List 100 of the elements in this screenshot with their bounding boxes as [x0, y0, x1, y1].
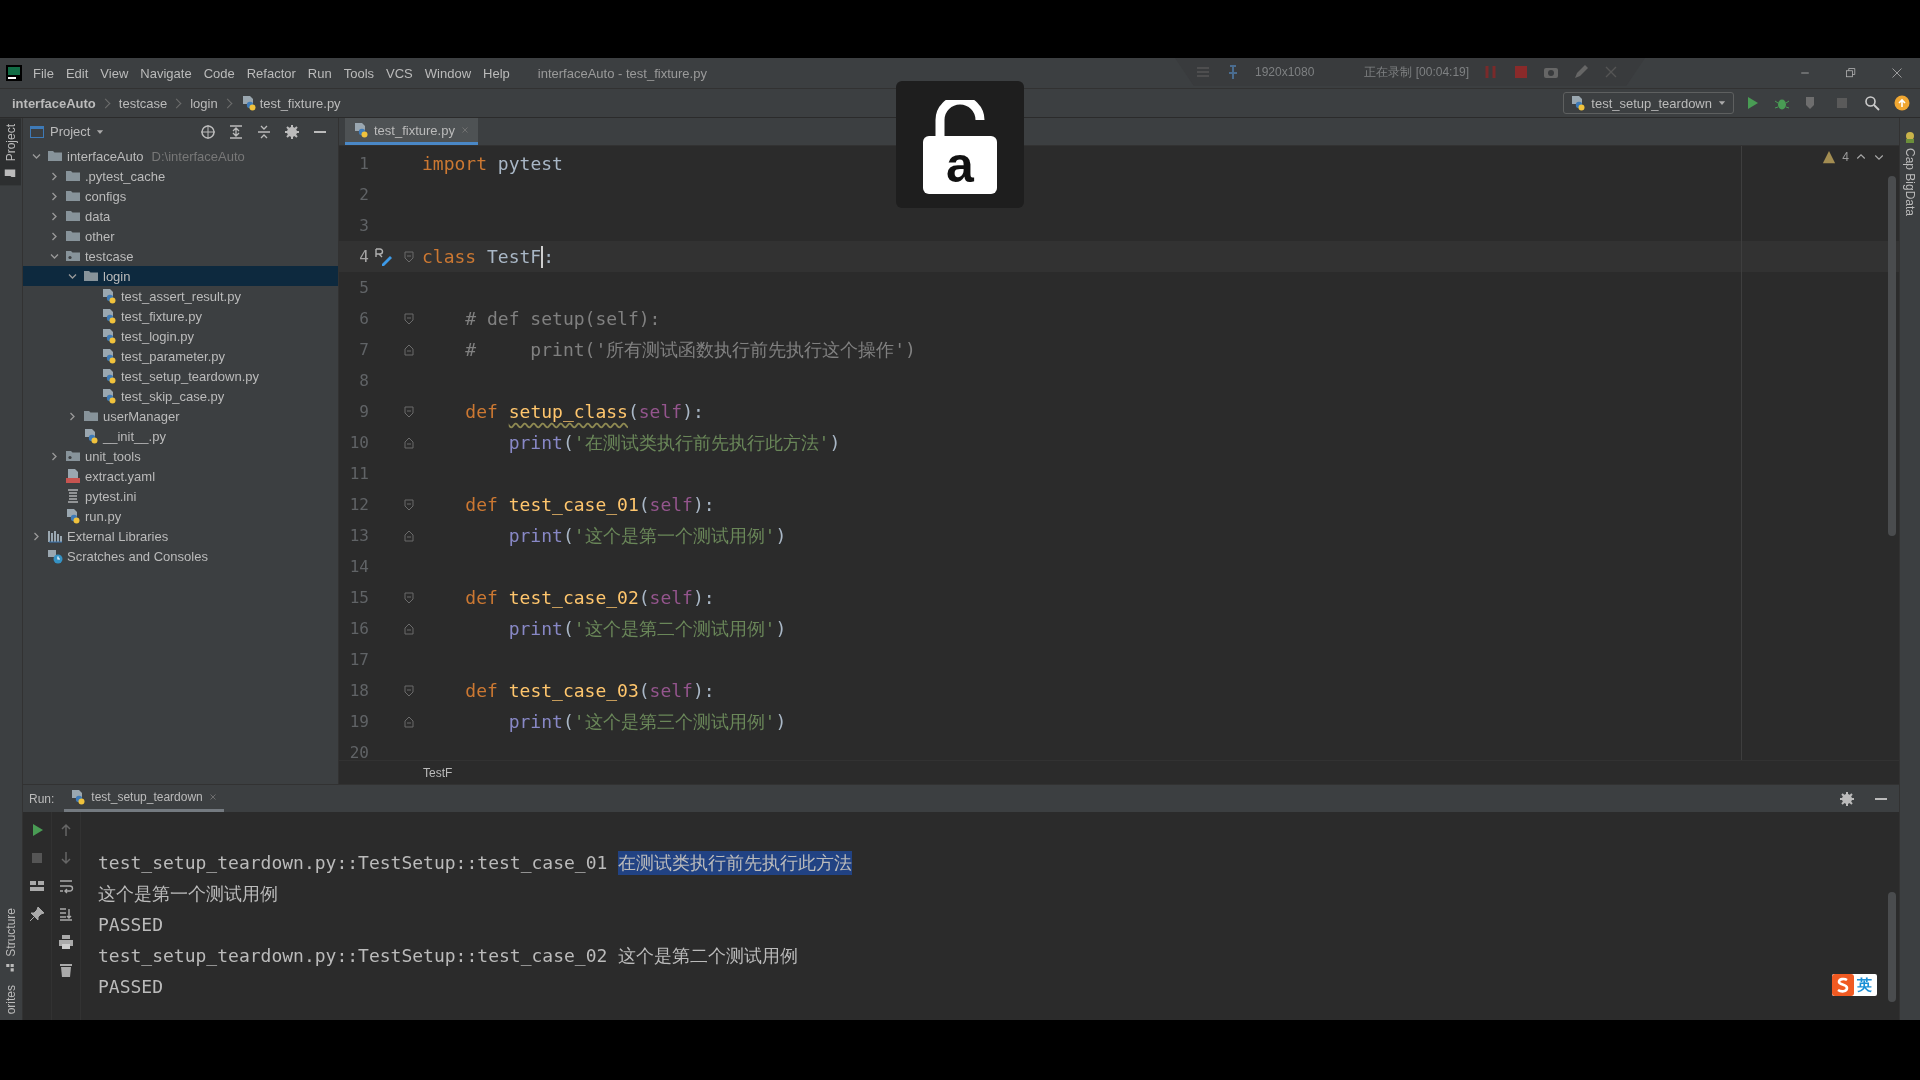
- menu-item[interactable]: Refactor: [240, 63, 302, 83]
- line-number: 15: [348, 588, 369, 607]
- folder-icon: [4, 167, 17, 180]
- tree-item[interactable]: .pytest_cache: [23, 166, 338, 186]
- fold-marker-icon[interactable]: [404, 622, 414, 635]
- window-title: interfaceAuto - test_fixture.py: [537, 65, 707, 81]
- fold-marker-icon[interactable]: [404, 405, 414, 418]
- code-line: def test_case_01(self):: [464, 494, 715, 515]
- fold-marker-icon[interactable]: [404, 312, 414, 325]
- folder-icon: [65, 228, 81, 244]
- tree-item[interactable]: test_setup_teardown.py: [23, 366, 338, 386]
- menu-item[interactable]: Navigate: [134, 63, 198, 83]
- tree-item[interactable]: login: [23, 266, 338, 286]
- line-number: 7: [358, 340, 369, 359]
- breadcrumb-item[interactable]: interfaceAuto: [12, 95, 96, 111]
- menu-item[interactable]: File: [27, 63, 60, 83]
- pen-icon[interactable]: [1573, 64, 1590, 80]
- scrollbar[interactable]: [1888, 892, 1896, 1002]
- python-file-icon: [101, 308, 117, 324]
- update-icon: [1894, 95, 1910, 111]
- code-breadcrumb[interactable]: TestF: [423, 765, 453, 780]
- scrollbar[interactable]: [1888, 176, 1896, 536]
- tree-item[interactable]: unit_tools: [23, 446, 338, 466]
- expand-icon: [228, 123, 244, 140]
- menu-item[interactable]: Window: [418, 63, 478, 83]
- line-number: 10: [348, 433, 369, 452]
- tree-item[interactable]: test_skip_case.py: [23, 386, 338, 406]
- tree-item[interactable]: test_fixture.py: [23, 306, 338, 326]
- settings-icon: [1839, 790, 1855, 807]
- line-number: 4: [358, 247, 369, 266]
- line-number: 9: [358, 402, 369, 421]
- folder-icon: [83, 268, 99, 284]
- tree-item[interactable]: External Libraries: [23, 526, 338, 546]
- fold-marker-icon[interactable]: [404, 529, 414, 542]
- warning-count[interactable]: 4: [1842, 150, 1849, 164]
- menu-item[interactable]: View: [94, 63, 135, 83]
- python-file-icon: [101, 368, 117, 384]
- close-icon[interactable]: [207, 792, 218, 802]
- menu-item[interactable]: Code: [197, 63, 241, 83]
- console-line: test_setup_teardown.py::TestSetup::test_case_01 在测试类执行前先执行此方法: [98, 849, 853, 877]
- fold-marker-icon[interactable]: [404, 498, 414, 511]
- folder-icon: [65, 208, 81, 224]
- line-number: 3: [358, 216, 369, 235]
- tree-item[interactable]: __init__.py: [23, 426, 338, 446]
- folder-icon: [47, 148, 63, 164]
- settings-file-icon: [65, 488, 81, 504]
- close-icon[interactable]: [459, 125, 470, 135]
- edit-marker-icon[interactable]: [374, 246, 394, 267]
- python-file-icon: [65, 508, 81, 524]
- fold-marker-icon[interactable]: [404, 591, 414, 604]
- fold-marker-icon[interactable]: [404, 684, 414, 697]
- search-icon: [1864, 95, 1880, 111]
- chevron-right-icon[interactable]: [31, 531, 41, 541]
- tree-item[interactable]: test_login.py: [23, 326, 338, 346]
- breadcrumb-item[interactable]: test_fixture.py: [240, 95, 341, 111]
- stop-icon: [1834, 95, 1850, 111]
- fold-marker-icon[interactable]: [404, 436, 414, 449]
- menu-item[interactable]: Tools: [337, 63, 381, 83]
- settings-icon: [284, 123, 300, 140]
- collapse-icon: [256, 123, 272, 140]
- project-tool-tab[interactable]: Project: [0, 118, 21, 186]
- breadcrumb-item[interactable]: testcase: [118, 95, 168, 111]
- code-line: def setup_class(self):: [464, 401, 704, 422]
- run-configuration-dropdown[interactable]: test_setup_teardown: [1563, 92, 1734, 114]
- fold-marker-icon[interactable]: [404, 250, 414, 263]
- chevron-right-icon[interactable]: [49, 451, 59, 461]
- menu-item[interactable]: Run: [301, 63, 338, 83]
- crosshair-icon: [200, 123, 216, 140]
- tree-item[interactable]: other: [23, 226, 338, 246]
- fold-marker-icon[interactable]: [404, 343, 414, 356]
- editor-tab[interactable]: test_fixture.py: [345, 118, 478, 145]
- tree-item[interactable]: Scratches and Consoles: [23, 546, 338, 566]
- code-line: print('这个是第一个测试用例'): [507, 523, 787, 548]
- tree-item[interactable]: run.py: [23, 506, 338, 526]
- tree-item[interactable]: interfaceAuto D:\interfaceAuto: [23, 146, 338, 166]
- project-view-dropdown[interactable]: Project: [29, 123, 106, 140]
- breadcrumb-item[interactable]: login: [190, 95, 218, 111]
- tree-item[interactable]: configs: [23, 186, 338, 206]
- tool-window-tab[interactable]: Structure: [0, 901, 21, 979]
- tree-item[interactable]: extract.yaml: [23, 466, 338, 486]
- chevron-down-icon[interactable]: [31, 151, 41, 161]
- tree-item[interactable]: test_assert_result.py: [23, 286, 338, 306]
- python-file-icon: [70, 789, 87, 805]
- tool-window-tab[interactable]: orites: [0, 978, 21, 1020]
- code-line: print('在测试类执行前先执行此方法'): [507, 430, 841, 455]
- tree-item[interactable]: userManager: [23, 406, 338, 426]
- menu-item[interactable]: VCS: [380, 63, 419, 83]
- tree-item[interactable]: data: [23, 206, 338, 226]
- console-line: PASSED: [98, 975, 164, 999]
- tree-item[interactable]: pytest.ini: [23, 486, 338, 506]
- tree-item[interactable]: testcase: [23, 246, 338, 266]
- console-line: PASSED: [98, 913, 164, 937]
- tool-window-tab[interactable]: Cap BigData: [1903, 148, 1917, 217]
- tree-item[interactable]: test_parameter.py: [23, 346, 338, 366]
- warning-icon[interactable]: [1822, 150, 1837, 164]
- recording-resolution: 1920x1080: [1255, 65, 1315, 79]
- menu-item[interactable]: Help: [477, 63, 516, 83]
- fold-marker-icon[interactable]: [404, 715, 414, 728]
- chevron-right-icon[interactable]: [67, 411, 77, 421]
- menu-item[interactable]: Edit: [59, 63, 95, 83]
